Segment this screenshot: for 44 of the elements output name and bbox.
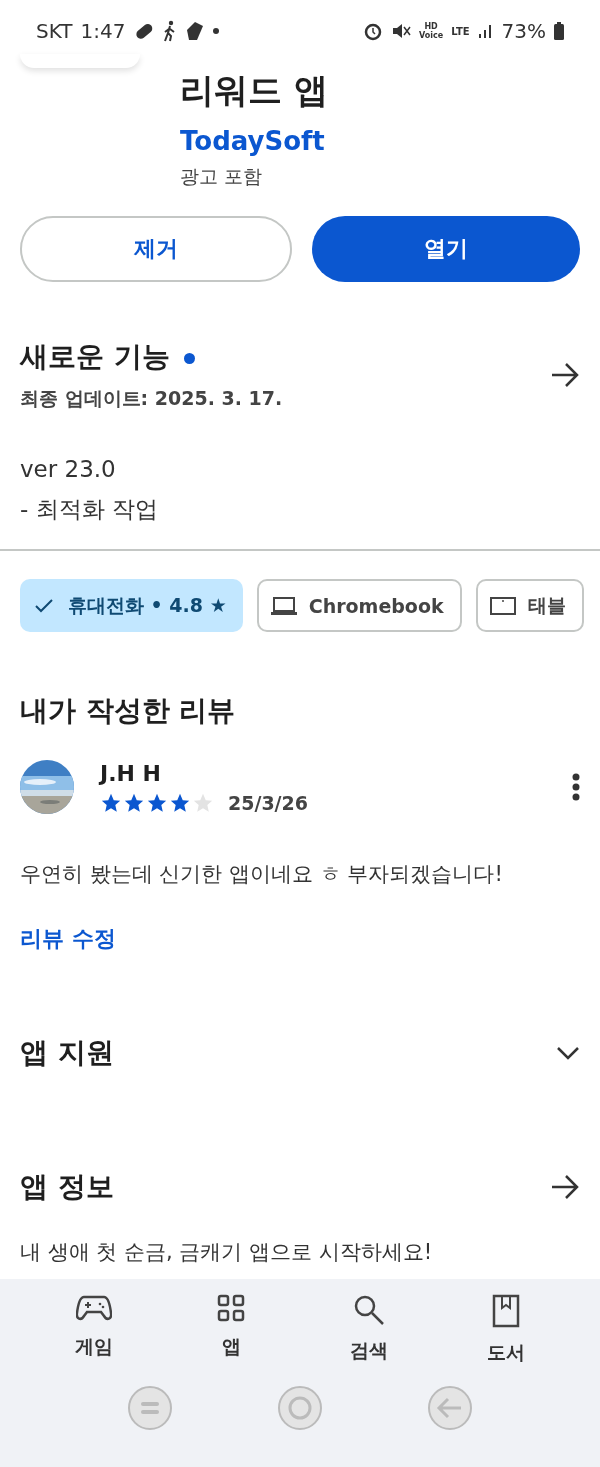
nav-tab[interactable]: 앱	[181, 1293, 282, 1367]
dot-icon	[213, 28, 220, 34]
ads-note: 광고 포함	[180, 164, 264, 189]
section-title: 내가 작성한 리뷰	[20, 693, 236, 729]
network-label: LTE	[451, 25, 470, 37]
carrier-name: SKT	[36, 19, 73, 43]
update-date: 최종 업데이트: 2025. 3. 17.	[20, 386, 284, 411]
nav-tab[interactable]: 검색	[318, 1293, 419, 1367]
arrow-right-icon[interactable]	[550, 1174, 580, 1200]
alarm-icon	[363, 21, 383, 41]
status-time: 1:47	[80, 19, 126, 43]
battery-percent: 73%	[501, 19, 546, 43]
developer-link[interactable]: TodaySoft	[180, 126, 328, 156]
nav-tab[interactable]: 도서	[456, 1293, 557, 1367]
nav-tab[interactable]: 게임	[43, 1293, 144, 1367]
section-title: 앱 정보	[20, 1169, 115, 1205]
version-text: ver 23.0	[20, 456, 116, 482]
release-notes: - 최적화 작업	[20, 495, 158, 524]
device-chip[interactable]: 휴대전화 • 4.8 ★	[20, 579, 243, 632]
device-chip[interactable]: 태블	[475, 579, 584, 632]
signal-icon	[477, 23, 494, 39]
laptop-icon	[270, 595, 297, 616]
device-chip[interactable]: Chromebook	[256, 579, 462, 632]
book-icon	[492, 1294, 521, 1328]
app-description: 내 생애 첫 순금, 금캐기 앱으로 시작하세요!	[19, 1239, 434, 1266]
search-icon	[352, 1294, 385, 1326]
mute-icon	[391, 21, 411, 41]
hd-voice-label: HD Voice	[419, 22, 444, 40]
open-button[interactable]: 열기	[312, 216, 580, 282]
arrow-right-icon[interactable]	[550, 362, 580, 388]
tablet-icon	[489, 595, 516, 616]
review-text: 우연히 봤는데 신기한 앱이네요 ㅎ 부자되겠습니다!	[19, 861, 504, 888]
section-title: 새로운 기능	[20, 338, 550, 376]
review-date: 25/3/26	[228, 791, 308, 814]
apps-grid-icon	[217, 1294, 246, 1322]
uninstall-button[interactable]: 제거	[20, 216, 292, 282]
app-title: 리워드 앱	[180, 69, 328, 112]
more-options-icon[interactable]	[572, 773, 580, 801]
section-title: 앱 지원	[20, 1035, 115, 1071]
edit-review-link[interactable]: 리뷰 수정	[0, 924, 136, 954]
gamepad-icon	[75, 1294, 112, 1322]
chevron-down-icon[interactable]	[556, 1046, 580, 1060]
reviewer-name: J.H H	[100, 760, 163, 786]
battery-icon	[554, 22, 564, 40]
